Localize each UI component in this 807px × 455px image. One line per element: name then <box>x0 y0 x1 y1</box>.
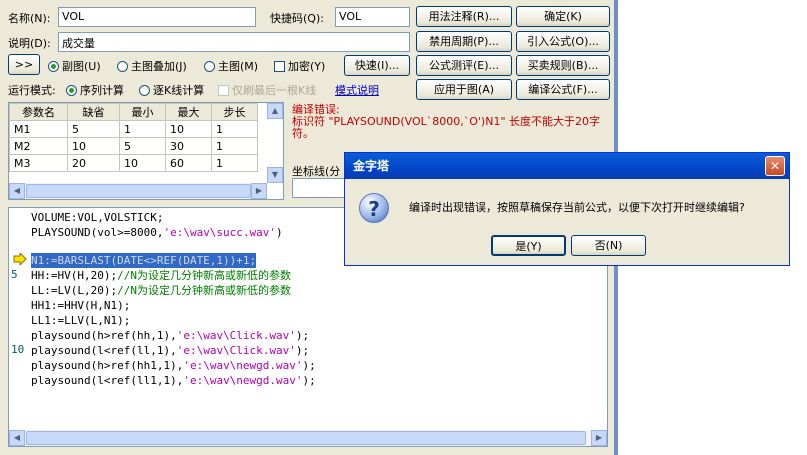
table-cell[interactable]: 1 <box>211 137 258 155</box>
code-line: HH:=HV(H,20);//N为设定几分钟新高或新低的参数 <box>31 269 291 282</box>
table-cell[interactable]: M2 <box>9 137 68 155</box>
dialog-message: 编译时出现错误，按照草稿保存当前公式，以便下次打开时继续编辑? <box>409 201 745 214</box>
scroll-right-icon[interactable]: ▶ <box>251 183 267 199</box>
radio-main-chart[interactable]: 主图(M) <box>204 58 258 74</box>
checkbox-icon <box>218 85 229 96</box>
table-header-row: 参数名 缺省 最小 最大 步长 <box>9 103 258 121</box>
error-message: 标识符 "PLAYSOUND(VOL`8000,`O')N1" 长度不能大于20… <box>292 115 601 140</box>
table-cell[interactable]: 5 <box>119 137 166 155</box>
table-cell[interactable]: 1 <box>119 120 166 138</box>
name-label: 名称(N): <box>8 12 51 25</box>
column-header: 最大 <box>165 103 212 121</box>
code-line: LL:=LV(L,20);//N为设定几分钟新高或新低的参数 <box>31 284 291 297</box>
table-row[interactable]: M2 10 5 30 1 <box>9 137 258 155</box>
radio-main-label: 主图(M) <box>218 60 259 73</box>
code-line: playsound(l<ref(ll1,1),'e:\wav\newgd.wav… <box>31 374 316 387</box>
shortcut-label: 快捷码(Q): <box>270 12 324 25</box>
encrypt-label: 加密(Y) <box>288 60 326 73</box>
radio-per-kline[interactable]: 逐K线计算 <box>139 82 204 98</box>
formula-test-button[interactable]: 公式测评(E)... <box>416 55 512 76</box>
table-cell[interactable]: 30 <box>165 137 212 155</box>
table-cell[interactable]: 1 <box>211 154 258 172</box>
axis-label: 坐标线(分 <box>292 165 341 178</box>
scroll-up-icon[interactable]: ▲ <box>267 103 283 119</box>
confirm-button[interactable]: 确定(K) <box>516 6 610 27</box>
table-row[interactable]: M3 20 10 60 1 <box>9 154 258 172</box>
radio-sequential[interactable]: 序列计算 <box>66 82 124 98</box>
current-line-arrow-icon <box>13 251 27 267</box>
description-input[interactable]: 成交量 <box>58 32 410 52</box>
encrypt-checkbox[interactable]: 加密(Y) <box>274 58 325 74</box>
shortcut-input[interactable]: VOL <box>335 7 410 27</box>
table-cell[interactable]: 10 <box>119 154 166 172</box>
column-header: 缺省 <box>67 103 120 121</box>
compile-error-panel: 编译错误: 标识符 "PLAYSOUND(VOL`8000,`O')N1" 长度… <box>292 104 607 140</box>
radio-icon <box>48 61 59 72</box>
column-header: 参数名 <box>9 103 68 121</box>
radio-icon <box>117 61 128 72</box>
description-label: 说明(D): <box>8 37 51 50</box>
trade-rule-button[interactable]: 买卖规则(B)... <box>516 55 610 76</box>
usage-note-button[interactable]: 用法注释(R)... <box>416 6 512 27</box>
code-line: LL1:=LLV(L,N1); <box>31 314 131 327</box>
import-formula-button[interactable]: 引入公式(O)... <box>516 31 610 52</box>
radio-seq-label: 序列计算 <box>80 84 124 97</box>
radio-sub-chart[interactable]: 副图(U) <box>48 58 101 74</box>
no-button[interactable]: 否(N) <box>571 235 646 256</box>
parameter-grid: 参数名 缺省 最小 最大 步长 M1 5 1 10 1 M2 10 5 30 1… <box>9 103 258 172</box>
mode-description-link[interactable]: 模式说明 <box>335 82 379 98</box>
run-mode-label: 运行模式: <box>8 84 56 97</box>
code-line-highlighted: N1:=BARSLAST(DATE<>REF(DATE,1))+1; <box>31 253 257 268</box>
radio-main-overlay[interactable]: 主图叠加(J) <box>117 58 187 74</box>
radio-sub-label: 副图(U) <box>62 60 101 73</box>
code-line: PLAYSOUND(vol>=8000,'e:\wav\succ.wav') <box>31 226 283 239</box>
last-kline-label: 仅刷最后一根K线 <box>232 84 317 97</box>
code-line: playsound(h>ref(hh,1),'e:\wav\Click.wav'… <box>31 329 310 342</box>
table-cell[interactable]: 20 <box>67 154 120 172</box>
column-header: 最小 <box>119 103 166 121</box>
radio-main-overlay-label: 主图叠加(J) <box>131 60 187 73</box>
expand-button[interactable]: >> <box>8 54 40 75</box>
code-line: playsound(l<ref(ll,1),'e:\wav\Click.wav'… <box>31 344 310 357</box>
question-icon: ? <box>359 193 389 223</box>
code-line: HH1:=HHV(H,N1); <box>31 299 131 312</box>
apply-to-chart-button[interactable]: 应用于图(A) <box>416 79 512 100</box>
close-icon[interactable]: ✕ <box>765 156 785 176</box>
scroll-left-icon[interactable]: ◀ <box>9 430 25 446</box>
name-input[interactable]: VOL <box>58 7 256 27</box>
yes-button[interactable]: 是(Y) <box>491 235 566 256</box>
table-cell[interactable]: 1 <box>211 120 258 138</box>
radio-icon <box>139 85 150 96</box>
table-cell[interactable]: M3 <box>9 154 68 172</box>
radio-kline-label: 逐K线计算 <box>153 84 205 97</box>
column-header: 步长 <box>211 103 258 121</box>
line-number: 5 <box>11 268 18 281</box>
scrollbar-thumb[interactable] <box>26 431 586 445</box>
dialog-title: 金字塔 <box>345 153 789 179</box>
last-kline-checkbox[interactable]: 仅刷最后一根K线 <box>218 82 316 98</box>
compile-formula-button[interactable]: 编译公式(F)... <box>516 79 610 100</box>
line-number: 10 <box>11 343 25 356</box>
scroll-right-icon[interactable]: ▶ <box>591 430 607 446</box>
table-cell[interactable]: 10 <box>165 120 212 138</box>
table-row[interactable]: M1 5 1 10 1 <box>9 120 258 138</box>
radio-icon <box>66 85 77 96</box>
scrollbar-thumb[interactable] <box>26 184 251 198</box>
table-cell[interactable]: 10 <box>67 137 120 155</box>
scroll-left-icon[interactable]: ◀ <box>9 183 25 199</box>
parameter-table[interactable]: 参数名 缺省 最小 最大 步长 M1 5 1 10 1 M2 10 5 30 1… <box>8 102 284 200</box>
disable-period-button[interactable]: 禁用周期(P)... <box>416 31 512 52</box>
scroll-down-icon[interactable]: ▼ <box>267 167 283 183</box>
table-cell[interactable]: 60 <box>165 154 212 172</box>
table-cell[interactable]: 5 <box>67 120 120 138</box>
radio-icon <box>204 61 215 72</box>
code-line: playsound(h>ref(hh1,1),'e:\wav\newgd.wav… <box>31 359 316 372</box>
quick-button[interactable]: 快速(I)... <box>344 55 410 76</box>
checkbox-icon <box>274 61 285 72</box>
table-cell[interactable]: M1 <box>9 120 68 138</box>
message-dialog: 金字塔 ✕ ? 编译时出现错误，按照草稿保存当前公式，以便下次打开时继续编辑? … <box>344 152 790 266</box>
code-line: VOLUME:VOL,VOLSTICK; <box>31 211 164 224</box>
